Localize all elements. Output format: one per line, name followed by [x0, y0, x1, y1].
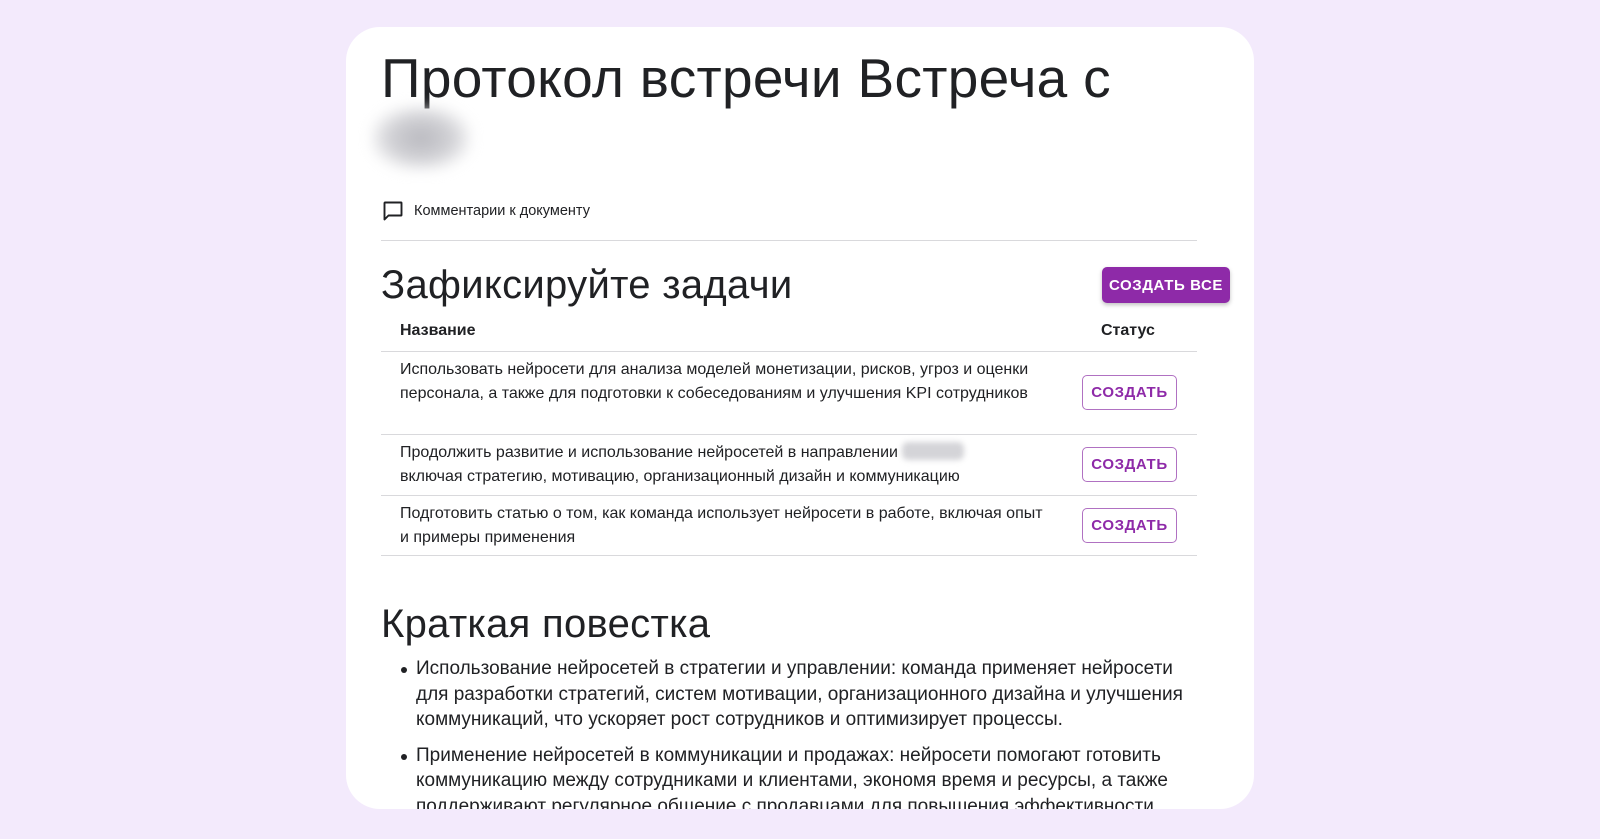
table-header: Название Статус	[381, 315, 1197, 352]
tasks-heading: Зафиксируйте задачи	[381, 263, 793, 307]
create-all-button[interactable]: СОЗДАТЬ ВСЕ	[1102, 267, 1230, 303]
task-text-part: Продолжить развитие и использование нейр…	[400, 444, 898, 461]
document-card: Протокол встречи Встреча с Комментарии к…	[346, 27, 1254, 809]
divider	[381, 240, 1197, 241]
task-text: Продолжить развитие и использование нейр…	[400, 441, 1050, 488]
redacted-name	[371, 105, 471, 171]
create-task-button[interactable]: СОЗДАТЬ	[1082, 508, 1177, 543]
column-header-name: Название	[400, 322, 476, 339]
comments-link[interactable]: Комментарии к документу	[381, 199, 590, 223]
list-item: Применение нейросетей в коммуникации и п…	[381, 743, 1197, 809]
table-row: Использовать нейросети для анализа модел…	[381, 352, 1197, 435]
tasks-table: Название Статус Использовать нейросети д…	[381, 315, 1197, 556]
page-title: Протокол встречи Встреча с	[381, 47, 1111, 109]
create-task-button[interactable]: СОЗДАТЬ	[1082, 447, 1177, 482]
redacted-text	[902, 442, 964, 460]
task-text-part: включая стратегию, мотивацию, организаци…	[400, 467, 960, 485]
comments-label: Комментарии к документу	[414, 203, 590, 219]
list-item: Использование нейросетей в стратегии и у…	[381, 656, 1197, 733]
table-row: Подготовить статью о том, как команда ис…	[381, 496, 1197, 556]
column-header-status: Статус	[1101, 322, 1155, 339]
task-text: Подготовить статью о том, как команда ис…	[400, 505, 1043, 546]
agenda-heading: Краткая повестка	[381, 602, 711, 646]
create-task-button[interactable]: СОЗДАТЬ	[1082, 375, 1177, 410]
agenda-list: Использование нейросетей в стратегии и у…	[381, 656, 1197, 809]
comment-icon	[383, 201, 403, 221]
task-text: Использовать нейросети для анализа модел…	[400, 361, 1029, 402]
table-row: Продолжить развитие и использование нейр…	[381, 435, 1197, 496]
